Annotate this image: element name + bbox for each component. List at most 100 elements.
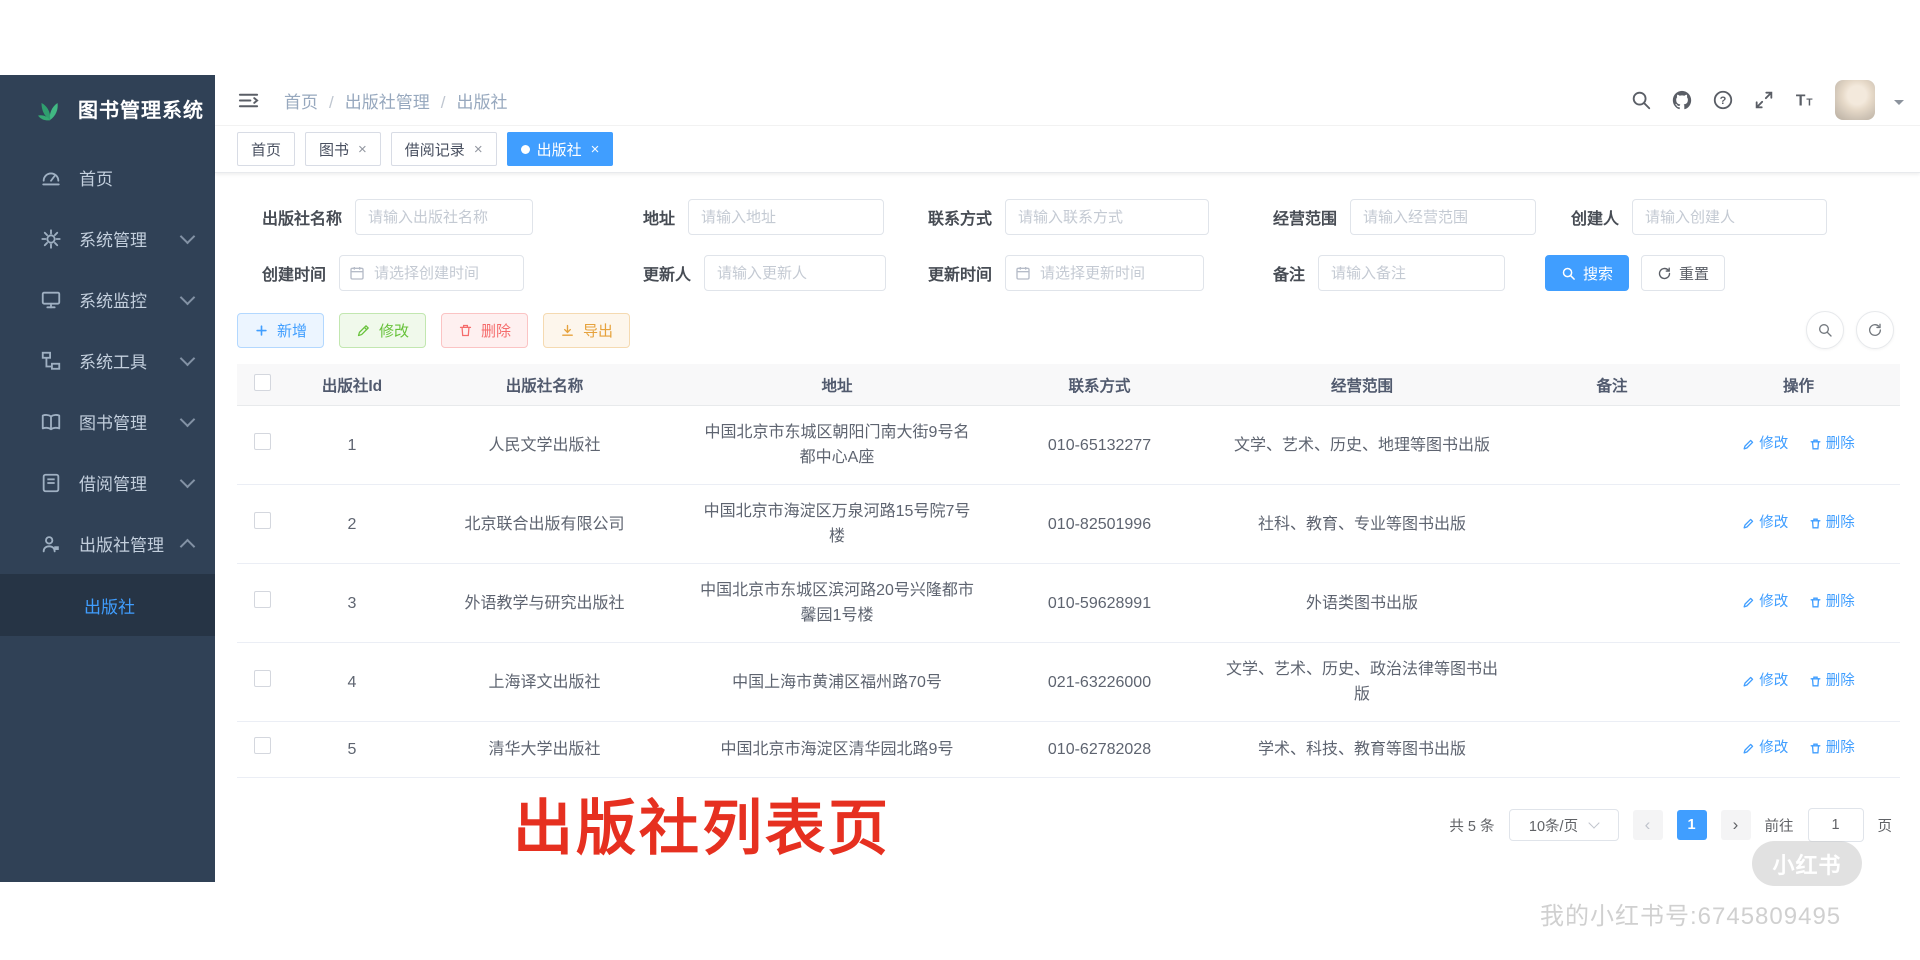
column-header: 出版社Id [287,364,417,406]
row-checkbox[interactable] [253,669,271,687]
table-row: 4 上海译文出版社 中国上海市黄浦区福州路70号 021-63226000 文学… [237,642,1900,722]
page-size-select[interactable]: 10条/页 [1508,809,1619,841]
close-icon[interactable]: × [474,142,483,157]
cell-address: 中国上海市黄浦区福州路70号 [672,642,1002,722]
tab[interactable]: 图书 × [305,132,381,166]
select-all-checkbox[interactable] [253,373,271,391]
reset-button[interactable]: 重置 [1641,255,1726,291]
breadcrumb-item[interactable]: 首页 [284,88,345,113]
column-header: 操作 [1697,364,1900,406]
row-checkbox[interactable] [253,511,271,529]
app-logo[interactable]: 图书管理系统 [0,75,215,141]
search-field-label: 经营范围 [1273,211,1338,228]
delete-link[interactable]: 删除 [1809,590,1855,615]
column-header: 地址 [672,364,1002,406]
delete-link[interactable]: 删除 [1809,511,1855,536]
search-button[interactable]: 搜索 [1545,255,1630,291]
tab-label: 出版社 [536,141,582,159]
breadcrumb-item[interactable]: 出版社管理 [345,88,457,113]
row-checkbox[interactable] [253,432,271,450]
close-icon[interactable]: × [358,142,367,157]
row-checkbox[interactable] [253,590,271,608]
sidebar-item[interactable]: 图书管理 [0,391,215,452]
svg-text:T: T [1806,98,1813,109]
hamburger-icon[interactable] [237,89,260,112]
table-row: 3 外语教学与研究出版社 中国北京市东城区滨河路20号兴隆都市馨园1号楼 010… [237,563,1900,643]
search-input[interactable] [688,199,885,235]
close-icon[interactable]: × [591,142,600,157]
search-input[interactable] [1318,255,1506,291]
sidebar-subitem-publisher[interactable]: 出版社 [0,574,215,636]
sidebar-item[interactable]: 系统工具 [0,330,215,391]
search-input[interactable] [704,255,887,291]
search-input[interactable] [1632,199,1828,235]
search-input[interactable] [355,199,534,235]
edit-link[interactable]: 修改 [1742,590,1788,615]
help-icon[interactable]: ? [1712,89,1734,111]
row-checkbox[interactable] [253,737,271,754]
github-icon[interactable] [1671,89,1693,111]
search-field-label: 联系方式 [928,211,993,228]
chevron-icon [179,289,196,305]
edit-link[interactable]: 修改 [1742,669,1788,694]
cell-publisher-id: 1 [287,405,417,485]
cell-business-scope: 文学、艺术、历史、政治法律等图书出版 [1197,642,1527,722]
chevron-icon [179,472,196,488]
content-area: 出版社名称 地址 [215,173,1920,842]
fullscreen-icon[interactable] [1753,89,1775,111]
cell-publisher-name: 北京联合出版有限公司 [417,484,672,564]
tab[interactable]: 借阅记录 × [390,132,497,166]
navbar-actions: ? TT [1630,75,1904,125]
refresh-button[interactable] [1856,311,1894,349]
sidebar-item[interactable]: 系统监控 [0,269,215,330]
cell-address: 中国北京市海淀区清华园北路9号 [672,721,1002,778]
sidebar-item[interactable]: 系统管理 [0,208,215,269]
next-page-button[interactable]: › [1720,810,1751,840]
search-input[interactable] [339,255,525,291]
edit-link[interactable]: 修改 [1742,736,1788,761]
tab[interactable]: 首页 [237,132,296,166]
xiaohongshu-account: 我的小红书号:6745809495 [1540,903,1842,930]
search-input[interactable] [1005,255,1205,291]
add-button[interactable]: 新增 [237,312,325,348]
cell-phone: 010-59628991 [1002,563,1197,643]
search-input[interactable] [1005,199,1210,235]
search-field-label: 更新人 [643,267,692,284]
delete-link[interactable]: 删除 [1809,669,1855,694]
search-field: 出版社名称 [262,199,534,235]
plant-logo-icon [34,92,66,124]
search-icon[interactable] [1630,89,1652,111]
sidebar-item[interactable]: 出版社管理 [0,513,215,574]
goto-page-input[interactable] [1807,808,1864,842]
toggle-search-button[interactable] [1806,311,1844,349]
font-size-icon[interactable]: TT [1794,89,1816,111]
delete-link[interactable]: 删除 [1809,432,1855,457]
tab[interactable]: 出版社 × [506,132,614,166]
cell-remark [1527,721,1697,778]
edit-button[interactable]: 修改 [339,312,427,348]
gear-icon [40,228,62,250]
edit-link[interactable]: 修改 [1742,511,1788,536]
edit-link[interactable]: 修改 [1742,432,1788,457]
search-field-label: 创建人 [1571,211,1620,228]
app-title: 图书管理系统 [78,99,204,122]
export-button[interactable]: 导出 [543,312,631,348]
caret-down-icon[interactable] [1894,99,1904,110]
calendar-icon [349,265,365,281]
search-field: 创建人 [1571,199,1828,235]
avatar[interactable] [1835,80,1875,120]
sidebar-item[interactable]: 借阅管理 [0,452,215,513]
column-header: 出版社名称 [417,364,672,406]
chevron-icon [179,411,196,427]
delete-button[interactable]: 删除 [441,312,529,348]
delete-link[interactable]: 删除 [1809,736,1855,761]
current-page-button[interactable]: 1 [1676,810,1707,840]
publisher-icon [40,533,62,555]
prev-page-button[interactable]: ‹ [1632,810,1663,840]
cell-phone: 010-62782028 [1002,721,1197,778]
table-toolbar: 新增 修改 删除 导出 [237,311,1900,349]
search-input[interactable] [1350,199,1537,235]
sidebar-item[interactable]: 首页 [0,147,215,208]
breadcrumb-item[interactable]: 出版社 [456,88,507,113]
dashboard-icon [40,167,62,189]
